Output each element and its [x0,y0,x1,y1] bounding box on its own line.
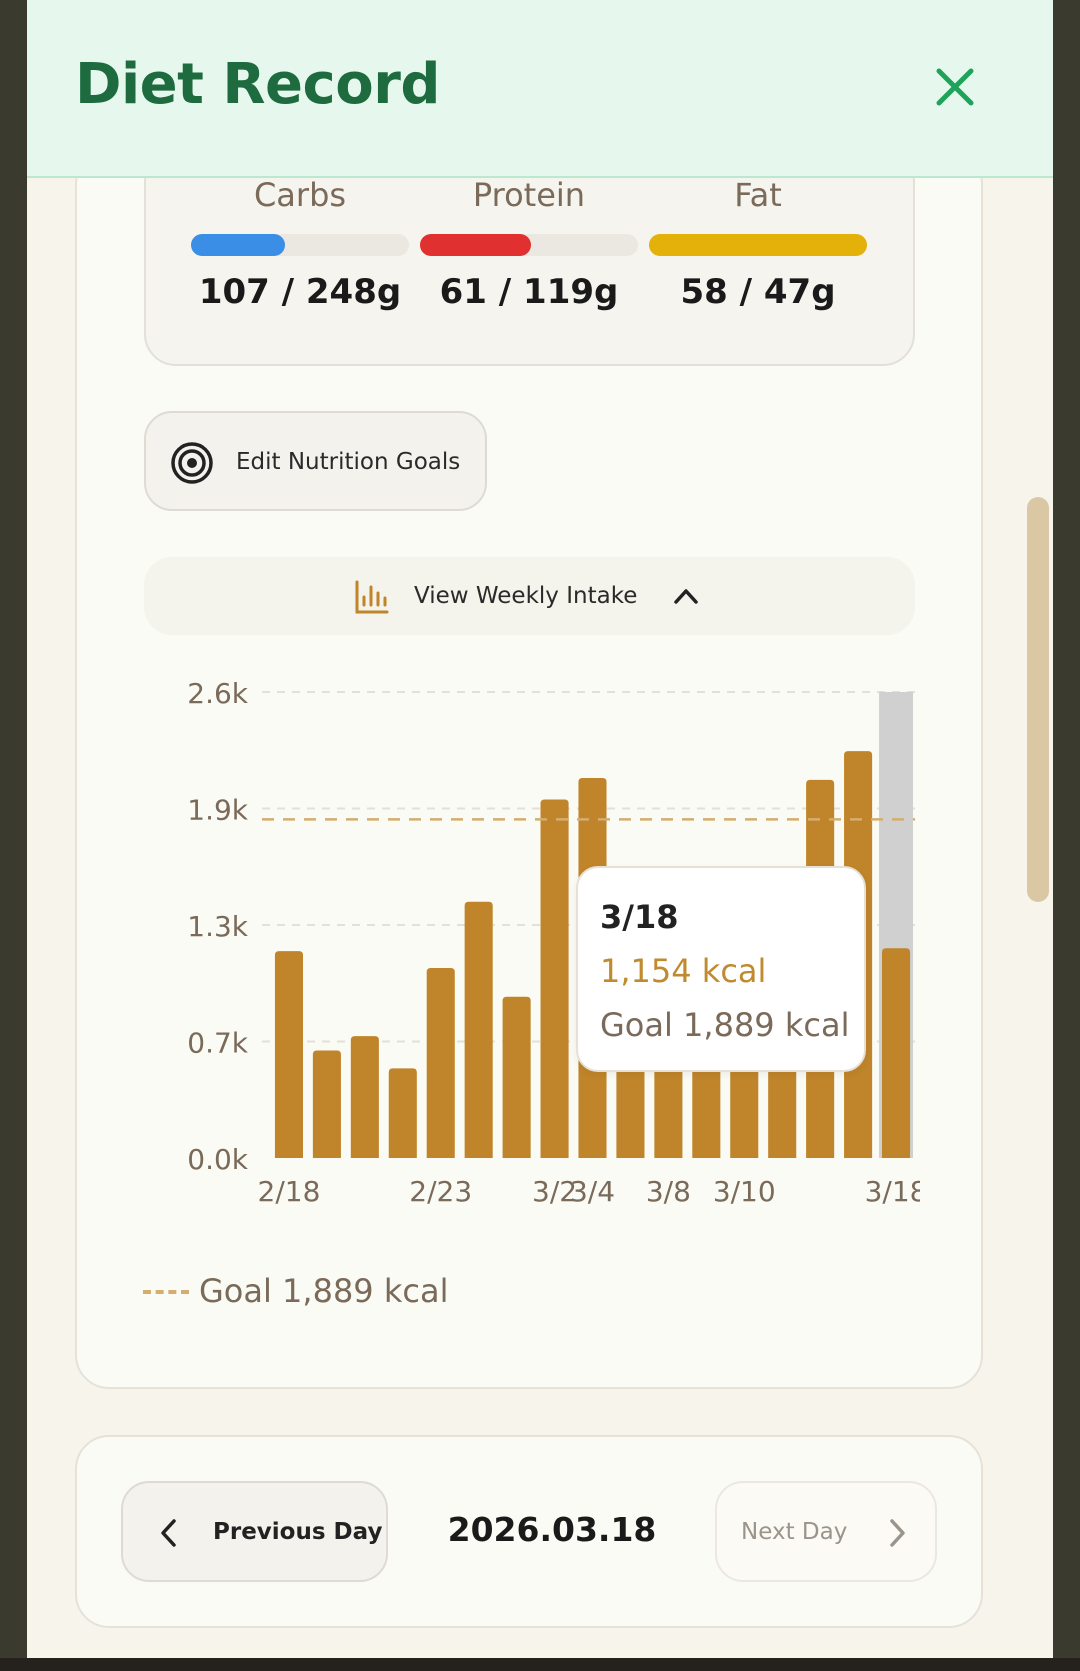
legend-goal-label: Goal 1,889 kcal [199,1272,449,1310]
chart-bar [464,901,493,1158]
edit-goals-label: Edit Nutrition Goals [236,449,461,475]
y-tick-label: 1.9k [187,794,249,827]
view-weekly-intake-toggle[interactable]: View Weekly Intake [144,557,915,635]
close-button[interactable] [930,62,980,112]
macro-label-carbs: Carbs [253,176,347,214]
chevron-up-icon [674,589,698,604]
target-icon [171,442,213,484]
chart-bar [350,1036,379,1158]
bar-chart-icon [355,580,389,614]
x-tick-label: 2/18 [258,1175,321,1208]
current-date: 2026.03.18 [447,1510,657,1549]
chevron-left-icon [161,1519,176,1547]
chart-bar [426,968,455,1158]
y-tick-label: 1.3k [187,910,249,943]
edit-nutrition-goals-button[interactable]: Edit Nutrition Goals [144,411,487,511]
x-tick-label: 3/18 [865,1175,920,1208]
chart-bar [502,996,531,1158]
chart-tooltip: 3/18 1,154 kcal Goal 1,889 kcal [576,866,866,1072]
next-day-button[interactable]: Next Day [715,1481,937,1582]
tooltip-goal: Goal 1,889 kcal [600,1006,850,1044]
header-bar: Diet Record [27,0,1053,178]
fat-progress-fill [649,234,867,256]
chart-bar [312,1050,341,1158]
y-tick-label: 2.6k [187,677,249,710]
carbs-progress-bar [191,234,409,256]
next-day-label: Next Day [741,1519,848,1545]
previous-day-button[interactable]: Previous Day [121,1481,388,1582]
scrollbar-thumb[interactable] [1027,497,1049,902]
protein-progress-bar [420,234,638,256]
y-tick-label: 0.7k [187,1027,249,1060]
y-tick-label: 0.0k [187,1143,249,1176]
chart-bar [540,799,569,1158]
weekly-intake-label: View Weekly Intake [414,583,638,609]
protein-value: 61 / 119g [439,272,619,312]
x-tick-label: 3/8 [646,1175,691,1208]
fat-progress-bar [649,234,867,256]
tooltip-kcal: 1,154 kcal [600,952,767,990]
x-tick-label: 3/10 [713,1175,776,1208]
tooltip-date: 3/18 [600,898,679,936]
fat-value: 58 / 47g [680,272,836,312]
chart-bar [274,951,304,1158]
carbs-progress-fill [191,234,285,256]
macro-label-protein: Protein [472,176,586,214]
macro-label-fat: Fat [734,176,782,214]
x-tick-label: 3/4 [570,1175,615,1208]
carbs-value: 107 / 248g [198,272,402,312]
close-icon [936,68,974,106]
protein-progress-fill [420,234,532,256]
legend-goal-dash [143,1290,189,1294]
chart-bar [388,1068,417,1158]
x-tick-label: 2/23 [409,1175,472,1208]
page-title: Diet Record [75,52,440,117]
chart-bar [881,948,911,1158]
chevron-right-icon [890,1519,905,1547]
previous-day-label: Previous Day [213,1519,383,1545]
bottom-edge [0,1658,1080,1671]
